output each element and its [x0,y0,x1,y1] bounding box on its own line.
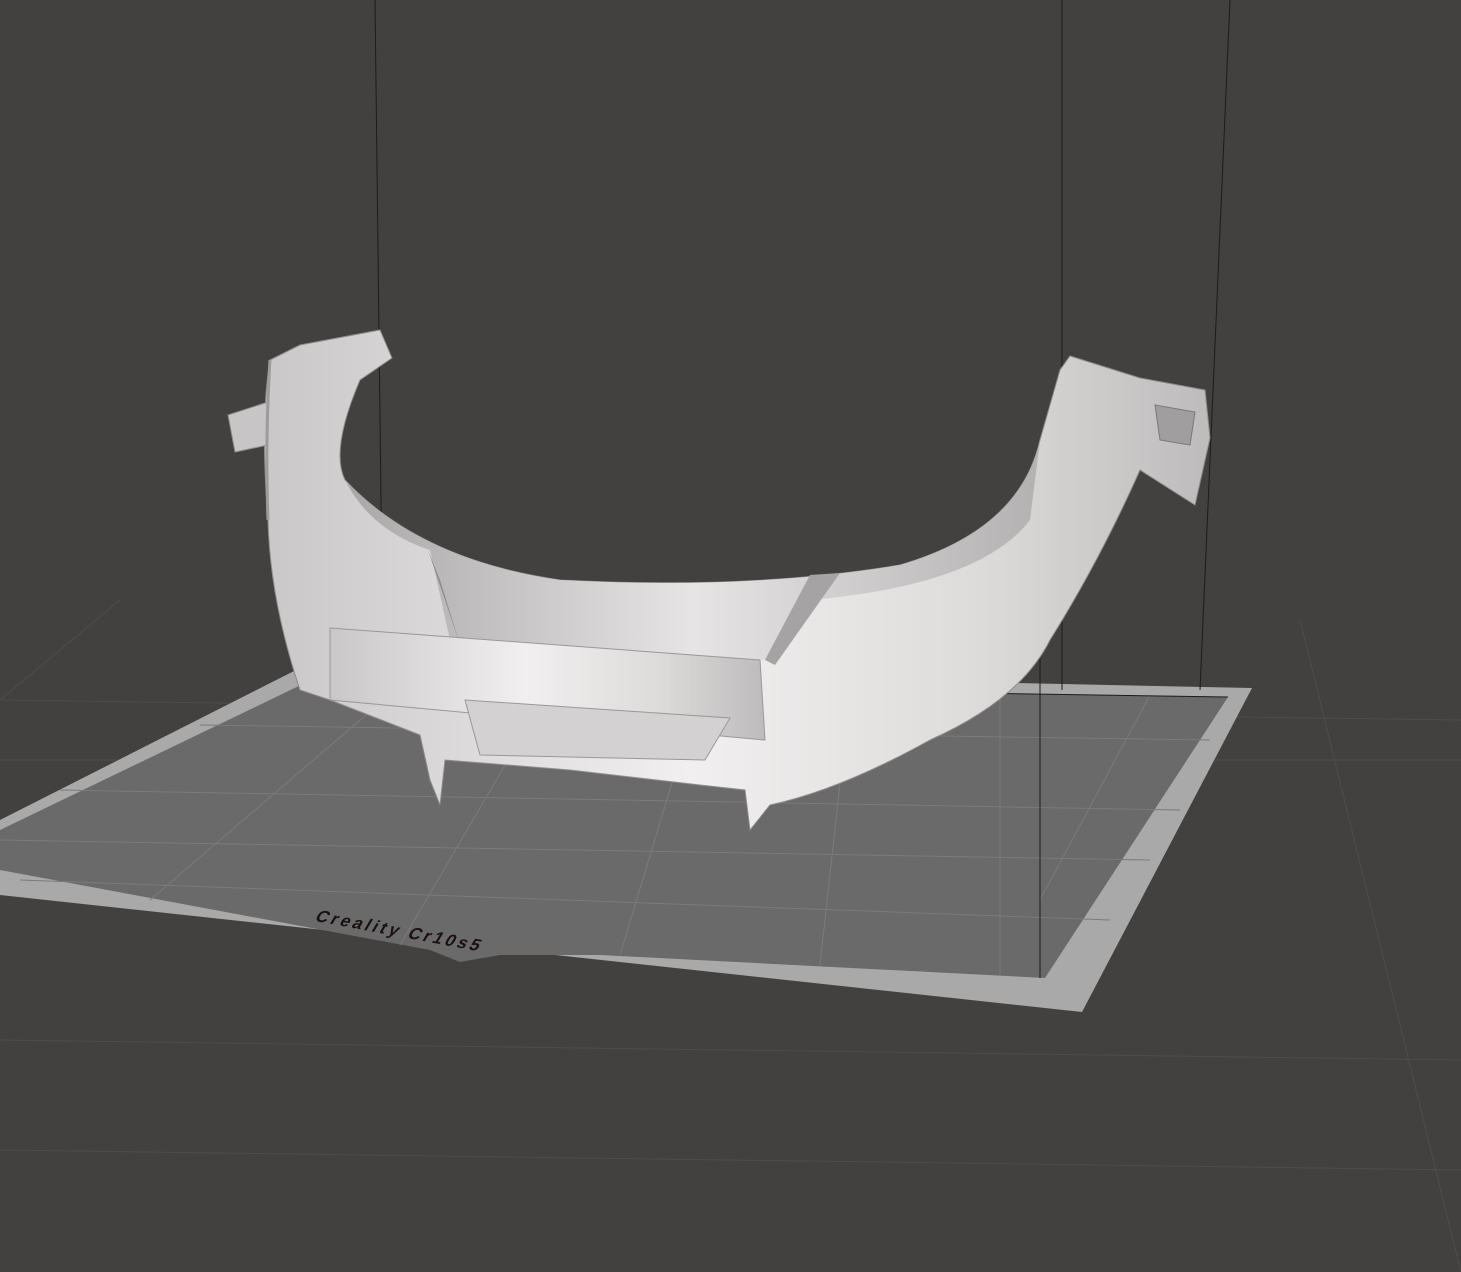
3d-viewport[interactable]: Creality Cr10s5 [0,0,1461,1272]
scene [0,0,1461,1272]
